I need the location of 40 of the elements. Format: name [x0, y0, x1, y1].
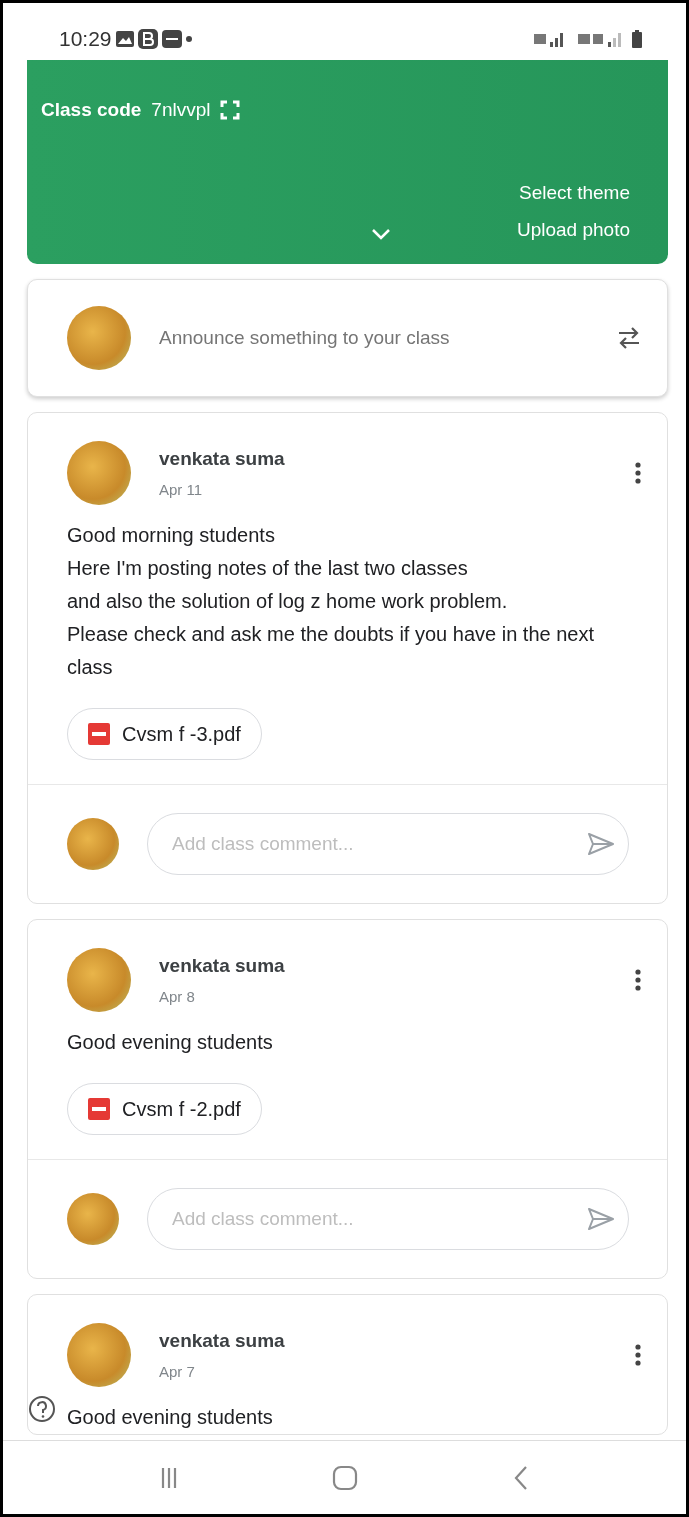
- send-icon[interactable]: [587, 1207, 615, 1231]
- chevron-down-icon[interactable]: [370, 228, 391, 240]
- battery-icon: [632, 29, 642, 48]
- send-icon[interactable]: [587, 832, 615, 856]
- more-options-icon[interactable]: [635, 462, 641, 484]
- message-icon: [161, 29, 182, 48]
- class-code-label: Class code: [41, 98, 142, 122]
- post-text: Good morning students Here I'm posting notes of the last two classes and also the solution of log z home work problem. Please check and ask me the doubts if you have in the next class: [67, 523, 595, 680]
- banner-link[interactable]: Upload photo: [516, 215, 630, 244]
- comment-field[interactable]: Add class comment...: [147, 813, 629, 875]
- back-icon[interactable]: [514, 1464, 529, 1491]
- avatar-photo: [67, 1193, 119, 1245]
- banner-link[interactable]: Select theme: [516, 179, 630, 208]
- more-options-icon[interactable]: [635, 1344, 641, 1366]
- status-time: 10:29: [59, 25, 112, 52]
- post-text: Good evening students: [67, 1030, 273, 1055]
- announce-card[interactable]: Announce something to your class: [27, 279, 668, 397]
- post-date: Apr 11: [159, 480, 204, 500]
- attachment-chip[interactable]: Cvsm f -3.pdf: [67, 708, 262, 760]
- b-letter-icon: [137, 28, 158, 49]
- avatar-photo: [67, 818, 119, 870]
- post-text: Good evening students: [67, 1405, 273, 1430]
- comment-field[interactable]: Add class comment...: [147, 1188, 629, 1250]
- pdf-icon: [88, 723, 110, 745]
- post-date: Apr 8: [159, 987, 196, 1007]
- notification-dot-icon: [185, 35, 192, 42]
- home-icon[interactable]: [332, 1464, 359, 1491]
- announce-placeholder: Announce something to your class: [159, 325, 451, 350]
- author-name: venkata suma: [159, 446, 286, 471]
- repost-icon[interactable]: [617, 325, 641, 351]
- pdf-icon: [88, 1098, 110, 1120]
- class-code: 7nlvvpl: [151, 98, 211, 122]
- gallery-icon: [115, 30, 134, 47]
- post-date: Apr 7: [159, 1362, 196, 1382]
- more-options-icon[interactable]: [635, 969, 641, 991]
- fullscreen-icon[interactable]: [220, 100, 241, 121]
- author-name: venkata suma: [159, 1328, 286, 1353]
- author-name: venkata suma: [159, 953, 286, 978]
- attachment-chip[interactable]: Cvsm f -2.pdf: [67, 1083, 262, 1135]
- recent-apps-icon[interactable]: [160, 1465, 177, 1490]
